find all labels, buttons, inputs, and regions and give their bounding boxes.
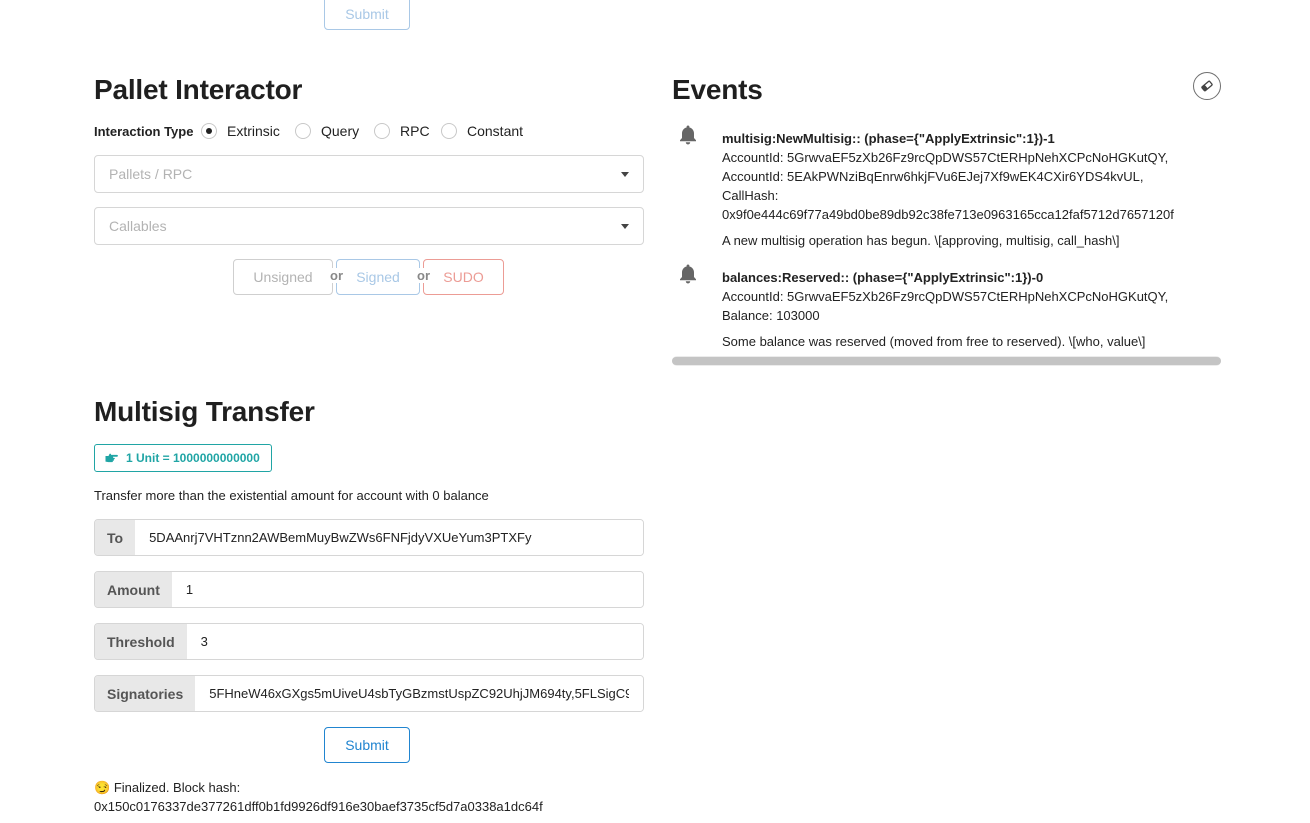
- amount-field-label: Amount: [95, 572, 172, 607]
- radio-query-circle[interactable]: [295, 123, 311, 139]
- radio-rpc-circle[interactable]: [374, 123, 390, 139]
- event-title: multisig:NewMultisig:: (phase={"ApplyExt…: [722, 131, 1055, 146]
- submit-button[interactable]: Submit: [324, 727, 410, 763]
- bell-icon: [680, 264, 696, 284]
- radio-constant[interactable]: Constant: [441, 123, 523, 139]
- signatories-input[interactable]: [195, 676, 643, 711]
- interaction-type-label: Interaction Type: [94, 124, 194, 139]
- radio-extrinsic-circle[interactable]: [201, 123, 217, 139]
- clear-events-button[interactable]: [1193, 72, 1221, 100]
- pallets-dropdown[interactable]: Pallets / RPC: [94, 155, 644, 193]
- unit-badge-text: 1 Unit = 1000000000000: [126, 451, 260, 465]
- eraser-icon: [1201, 80, 1213, 92]
- unsigned-button[interactable]: Unsigned: [233, 259, 333, 295]
- callables-dropdown-placeholder: Callables: [109, 218, 167, 234]
- to-field-label: To: [95, 520, 136, 555]
- amount-field: Amount: [94, 571, 644, 608]
- event-description: Some balance was reserved (moved from fr…: [722, 334, 1146, 349]
- tx-status-text: Finalized. Block hash:: [113, 780, 241, 795]
- event-line: AccountId: 5GrwvaEF5zXb26Fz9rcQpDWS57CtE…: [722, 289, 1169, 304]
- top-submit-label: Submit: [345, 6, 389, 22]
- events-horizontal-scrollbar[interactable]: [672, 356, 1221, 366]
- signed-button[interactable]: Signed: [336, 259, 420, 295]
- sudo-label: SUDO: [443, 269, 484, 285]
- hand-pointing-right-icon: [105, 453, 118, 463]
- event-line: CallHash:: [722, 188, 779, 203]
- event-description: A new multisig operation has begun. \[ap…: [722, 233, 1120, 248]
- multisig-transfer-title: Multisig Transfer: [94, 396, 315, 427]
- radio-rpc-label: RPC: [400, 123, 430, 139]
- signatories-field: Signatories: [94, 675, 644, 712]
- tx-status: 😏 Finalized. Block hash: 0x150c0176337de…: [94, 778, 543, 816]
- signing-buttons-group: Unsigned or Signed or SUDO: [233, 259, 504, 295]
- events-list: multisig:NewMultisig:: (phase={"ApplyExt…: [672, 118, 1221, 356]
- transfer-description: Transfer more than the existential amoun…: [94, 488, 489, 503]
- events-title: Events: [672, 74, 763, 105]
- threshold-field-label: Threshold: [95, 624, 187, 659]
- unit-badge: 1 Unit = 1000000000000: [94, 444, 272, 472]
- event-line: AccountId: 5EAkPWNziBqEnrw6hkjFVu6EJej7X…: [722, 169, 1144, 184]
- radio-constant-label: Constant: [467, 123, 524, 139]
- chevron-down-icon: [621, 171, 629, 177]
- submit-label: Submit: [345, 737, 389, 753]
- unsigned-label: Unsigned: [253, 269, 313, 285]
- event-title: balances:Reserved:: (phase={"ApplyExtrin…: [722, 270, 1044, 285]
- signed-label: Signed: [356, 269, 400, 285]
- pallet-interactor-title: Pallet Interactor: [94, 74, 303, 105]
- event-line: Balance: 103000: [722, 308, 820, 323]
- amount-input[interactable]: [171, 572, 643, 607]
- threshold-input[interactable]: [186, 624, 643, 659]
- radio-query-label: Query: [321, 123, 360, 139]
- event-line: AccountId: 5GrwvaEF5zXb26Fz9rcQpDWS57CtE…: [722, 150, 1169, 165]
- threshold-field: Threshold: [94, 623, 644, 660]
- bell-icon: [680, 125, 696, 145]
- radio-extrinsic[interactable]: Extrinsic: [201, 123, 280, 139]
- radio-query[interactable]: Query: [295, 123, 359, 139]
- chevron-down-icon: [621, 223, 629, 229]
- scrollbar-thumb[interactable]: [672, 357, 1221, 365]
- signatories-field-label: Signatories: [95, 676, 196, 711]
- radio-extrinsic-label: Extrinsic: [227, 123, 280, 139]
- pallets-dropdown-placeholder: Pallets / RPC: [109, 166, 193, 182]
- callables-dropdown[interactable]: Callables: [94, 207, 644, 245]
- top-submit-button[interactable]: Submit: [324, 0, 410, 30]
- sudo-button[interactable]: SUDO: [423, 259, 504, 295]
- to-input[interactable]: [135, 520, 643, 555]
- radio-constant-circle[interactable]: [441, 123, 457, 139]
- radio-rpc[interactable]: RPC: [374, 123, 430, 139]
- tx-block-hash: 0x150c0176337de377261dff0b1fd9926df916e3…: [94, 799, 543, 814]
- event-line: 0x9f0e444c69f77a49bd0be89db92c38fe713e09…: [722, 207, 1174, 222]
- smirk-emoji-icon: 😏: [94, 780, 111, 795]
- to-field: To: [94, 519, 644, 556]
- tx-status-line1: 😏 Finalized. Block hash:: [94, 778, 543, 797]
